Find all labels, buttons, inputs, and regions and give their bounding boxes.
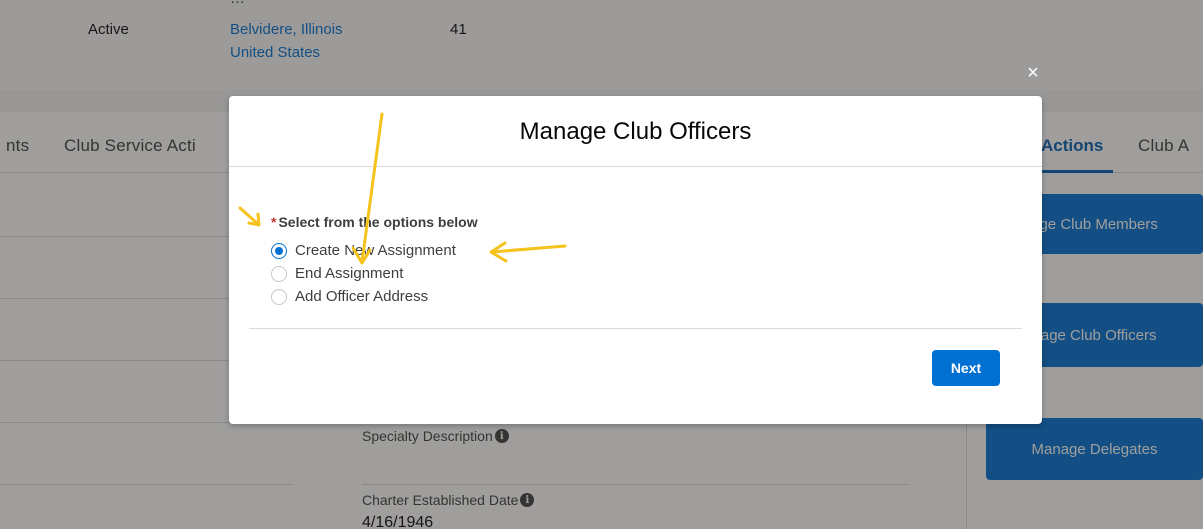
- radio-label: End Assignment: [295, 265, 404, 282]
- options-prompt: * Select from the options below: [271, 214, 478, 230]
- radio-create-new-assignment[interactable]: Create New Assignment: [271, 242, 456, 259]
- manage-club-officers-modal: Manage Club Officers * Select from the op…: [229, 96, 1042, 424]
- radio-unselected-icon[interactable]: [271, 265, 287, 282]
- modal-footer-divider: [249, 328, 1022, 329]
- radio-selected-icon[interactable]: [271, 242, 287, 259]
- modal-title: Manage Club Officers: [519, 118, 752, 145]
- radio-end-assignment[interactable]: End Assignment: [271, 265, 403, 282]
- radio-label: Add Officer Address: [295, 288, 429, 305]
- radio-unselected-icon[interactable]: [271, 288, 287, 305]
- radio-label: Create New Assignment: [295, 242, 456, 259]
- required-indicator: *: [271, 214, 277, 230]
- next-button[interactable]: Next: [932, 350, 1000, 386]
- modal-header-divider: [229, 166, 1042, 167]
- radio-add-officer-address[interactable]: Add Officer Address: [271, 288, 428, 305]
- close-icon[interactable]: ×: [1020, 60, 1046, 86]
